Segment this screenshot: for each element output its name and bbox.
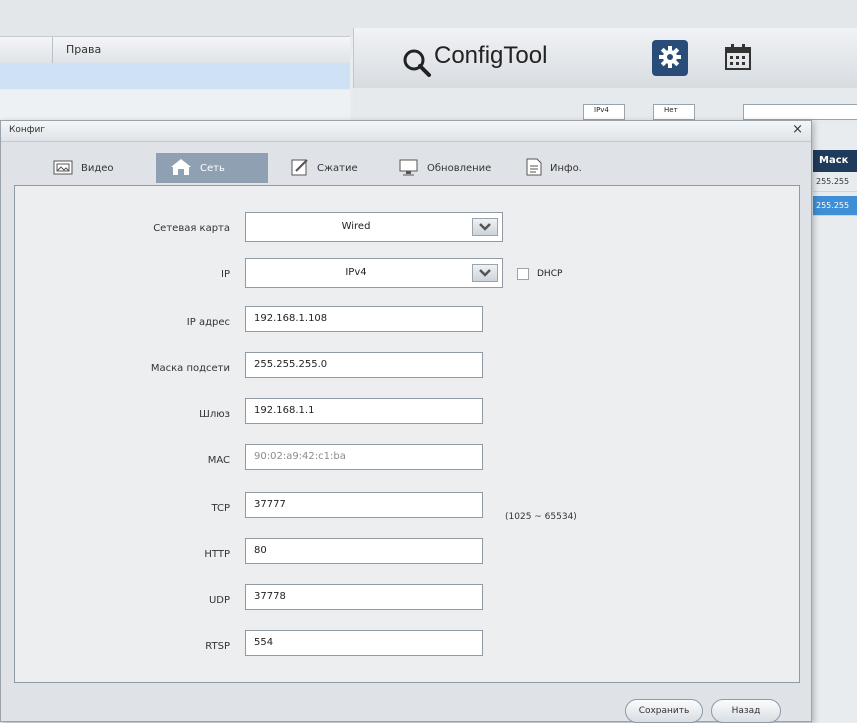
http-label: HTTP	[204, 549, 230, 560]
search-filter-input[interactable]	[743, 104, 857, 120]
settings-button[interactable]	[652, 40, 688, 76]
rtsp-label: RTSP	[205, 641, 230, 652]
ip-mode-label: IP	[221, 269, 230, 280]
tab-info[interactable]: Инфо.	[526, 153, 582, 183]
tab-video[interactable]: Видео	[53, 153, 114, 183]
filter-value: Нет	[664, 106, 678, 114]
tcp-label: TCP	[211, 503, 230, 514]
tab-update[interactable]: Обновление	[399, 153, 491, 183]
ip-address-label: IP адрес	[186, 317, 230, 328]
udp-label: UDP	[208, 595, 230, 606]
ip-filter-select[interactable]: IPv4	[583, 104, 625, 120]
device-table-header: Права	[0, 36, 350, 64]
chevron-down-icon[interactable]	[472, 218, 498, 236]
mask-column-header[interactable]: Маск	[813, 150, 857, 172]
device-grid-right: Маск 255.255 255.255	[813, 140, 857, 700]
dialog-title: Конфиг	[9, 125, 46, 135]
mac-label: MAC	[207, 455, 230, 466]
ip-mode-value: IPv4	[345, 267, 367, 278]
http-port-field[interactable]: 80	[245, 538, 483, 564]
network-settings-panel: Сетевая карта Wired IP IPv4 DHCP IP адре…	[14, 185, 800, 683]
tab-label: Видео	[81, 162, 114, 174]
calendar-icon[interactable]	[723, 42, 753, 75]
ip-address-field[interactable]: 192.168.1.108	[245, 306, 483, 332]
info-icon	[526, 158, 542, 179]
config-dialog: Конфиг × Видео Сеть Сжатие Обновление Ин…	[0, 120, 812, 723]
mac-field: 90:02:a9:42:c1:ba	[245, 444, 483, 470]
gear-icon	[658, 45, 682, 72]
rights-column-header[interactable]: Права	[66, 43, 101, 56]
search-icon	[402, 48, 432, 81]
chevron-down-icon[interactable]	[472, 264, 498, 282]
netcard-label: Сетевая карта	[153, 223, 230, 234]
app-title: ConfigTool	[434, 42, 548, 69]
filter-value: IPv4	[594, 106, 609, 114]
network-icon	[170, 158, 192, 179]
tab-label: Обновление	[427, 162, 492, 174]
table-row-selected[interactable]: 255.255	[813, 196, 857, 216]
tab-label: Инфо.	[550, 162, 582, 174]
dhcp-label: DHCP	[537, 269, 563, 279]
table-header-cell	[0, 37, 53, 63]
table-row-selected[interactable]	[0, 63, 350, 89]
gateway-label: Шлюз	[199, 409, 230, 420]
gateway-field[interactable]: 192.168.1.1	[245, 398, 483, 424]
tab-label: Сеть	[200, 162, 225, 174]
netcard-select[interactable]: Wired	[245, 212, 503, 242]
netcard-value: Wired	[341, 221, 371, 232]
update-icon	[399, 158, 419, 179]
type-filter-select[interactable]: Нет	[653, 104, 695, 120]
dhcp-checkbox[interactable]	[517, 268, 529, 280]
video-icon	[53, 158, 73, 179]
close-icon[interactable]: ×	[792, 122, 803, 137]
table-row[interactable]	[0, 90, 350, 120]
table-row[interactable]: 255.255	[813, 172, 857, 192]
subnet-mask-field[interactable]: 255.255.255.0	[245, 352, 483, 378]
tab-compression[interactable]: Сжатие	[291, 153, 358, 183]
dialog-titlebar[interactable]: Конфиг ×	[1, 121, 811, 142]
tab-network[interactable]: Сеть	[156, 153, 268, 183]
save-button[interactable]: Сохранить	[625, 699, 703, 723]
filter-bar: IPv4 Нет	[353, 88, 857, 124]
subnet-mask-label: Маска подсети	[150, 363, 230, 374]
ip-mode-select[interactable]: IPv4	[245, 258, 503, 288]
dhcp-toggle[interactable]: DHCP	[517, 268, 562, 280]
tcp-port-field[interactable]: 37777	[245, 492, 483, 518]
rtsp-port-field[interactable]: 554	[245, 630, 483, 656]
tab-label: Сжатие	[317, 162, 358, 174]
back-button[interactable]: Назад	[711, 699, 781, 723]
configtool-header: ConfigTool	[353, 28, 857, 88]
compress-icon	[291, 158, 309, 179]
config-tabs: Видео Сеть Сжатие Обновление Инфо.	[1, 149, 811, 185]
tcp-range-hint: (1025 ~ 65534)	[505, 512, 577, 522]
udp-port-field[interactable]: 37778	[245, 584, 483, 610]
